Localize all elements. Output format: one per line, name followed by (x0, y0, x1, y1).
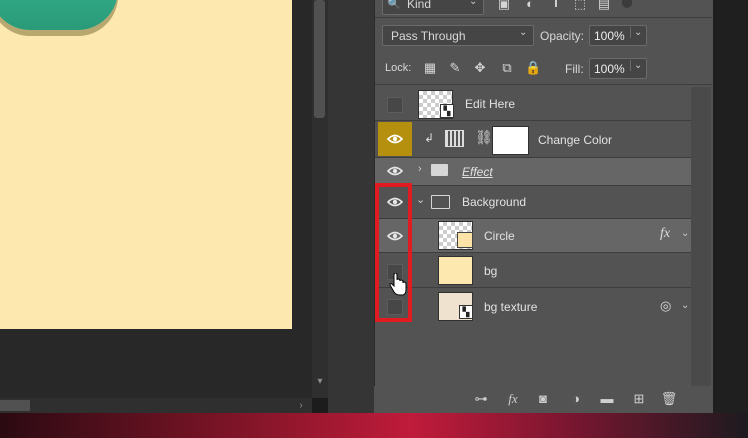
opacity-label: Opacity: (540, 29, 585, 43)
chevron-down-icon[interactable]: ⌄ (630, 27, 642, 38)
vector-shape-badge-icon (457, 232, 473, 248)
layer-row-circle[interactable] (375, 219, 691, 252)
lock-image-pixels-icon[interactable]: ✎ (447, 60, 463, 76)
panel-gutter (328, 0, 374, 413)
fill-field[interactable]: 100% ⌄ (589, 58, 647, 79)
fill-value: 100% (594, 62, 625, 76)
chevron-down-icon[interactable]: ⌄ (416, 193, 425, 206)
layer-thumbnail[interactable]: ▚ (438, 292, 473, 321)
smart-filter-icon[interactable]: ◎ (660, 298, 671, 314)
eye-icon (387, 134, 403, 144)
chevron-down-icon[interactable]: ⌄ (681, 228, 689, 239)
layer-mask-thumbnail[interactable] (492, 126, 529, 155)
hand-cursor-icon (389, 273, 407, 296)
delete-layer-icon[interactable]: 🗑 (660, 390, 678, 408)
lock-transparent-pixels-icon[interactable]: ▦ (422, 60, 438, 76)
chevron-down-icon: ⌄ (519, 27, 528, 38)
clipping-arrow-icon: ↲ (424, 131, 435, 145)
opacity-value: 100% (594, 29, 625, 43)
lock-label: Lock: (385, 62, 412, 74)
visibility-toggle-off[interactable] (387, 97, 403, 113)
folder-icon (431, 164, 448, 176)
new-layer-icon[interactable]: ⊞ (630, 390, 648, 408)
eye-icon (387, 166, 403, 176)
divider (375, 84, 712, 85)
fill-label: Fill: (565, 62, 584, 76)
layer-name[interactable]: bg (484, 264, 497, 278)
visibility-highlight-annotation (375, 183, 412, 322)
add-mask-icon[interactable]: ◙ (534, 390, 552, 408)
lock-artboard-icon[interactable]: ⧉ (499, 60, 515, 76)
horizontal-scrollbar[interactable] (0, 398, 312, 413)
filter-type-icon[interactable]: T (548, 0, 564, 11)
visibility-toggle-on[interactable] (378, 156, 412, 186)
layer-name[interactable]: Change Color (538, 133, 612, 147)
new-adjustment-layer-icon[interactable]: ◑ (567, 390, 585, 408)
lock-all-icon[interactable]: 🔒 (525, 60, 541, 76)
opacity-field[interactable]: 100% ⌄ (589, 25, 647, 46)
lock-position-icon[interactable]: ✥ (472, 60, 488, 76)
layer-row-effect[interactable] (375, 158, 691, 185)
filter-shape-icon[interactable]: ⬚ (572, 0, 588, 12)
blend-mode-select[interactable]: Pass Through ⌄ (382, 25, 534, 46)
layer-row-change-color[interactable] (375, 121, 691, 157)
new-group-icon[interactable]: ▬ (598, 390, 616, 408)
search-icon: 🔍 (387, 0, 401, 10)
add-layer-style-icon[interactable]: fx (504, 390, 522, 408)
link-layers-icon[interactable]: ⊶ (472, 390, 490, 408)
layer-name[interactable]: Background (462, 195, 526, 209)
chevron-down-icon[interactable]: ⌄ (681, 300, 689, 311)
folder-open-icon (431, 195, 450, 209)
layer-thumbnail[interactable] (438, 221, 473, 250)
filter-pixel-icon[interactable]: ▣ (496, 0, 512, 12)
window-edge (712, 0, 748, 413)
link-chain-icon[interactable]: ⛓ (475, 129, 493, 146)
adjustment-layer-icon (445, 130, 464, 147)
visibility-toggle-on[interactable] (378, 122, 412, 156)
layer-name[interactable]: Effect (462, 165, 493, 179)
layers-scrollbar[interactable] (691, 87, 711, 386)
divider (375, 17, 712, 18)
filter-kind-value: Kind (407, 0, 432, 11)
blend-mode-value: Pass Through (391, 29, 466, 43)
layer-thumbnail[interactable]: ▚ (418, 90, 454, 119)
scroll-right-arrow-icon[interactable]: › (293, 398, 309, 413)
layer-name[interactable]: Circle (484, 229, 515, 243)
layer-thumbnail[interactable] (438, 256, 473, 285)
chevron-down-icon: ⌄ (469, 0, 478, 7)
layer-row-bg[interactable] (375, 253, 691, 287)
desktop-background (0, 413, 748, 438)
filter-kind-select[interactable]: 🔍 Kind ⌄ (382, 0, 484, 15)
filter-smart-object-icon[interactable]: ▤ (596, 0, 612, 12)
filter-adjustment-icon[interactable]: ◐ (522, 0, 538, 12)
scroll-down-arrow-icon[interactable]: ▾ (312, 374, 328, 390)
smart-object-badge-icon: ▚ (440, 104, 454, 118)
layer-name[interactable]: bg texture (484, 300, 537, 314)
artboard[interactable] (0, 0, 292, 329)
smart-object-badge-icon: ▚ (459, 305, 473, 319)
layer-effects-fx-icon[interactable]: fx (660, 226, 670, 242)
horizontal-scrollbar-thumb[interactable] (0, 400, 30, 411)
layer-name[interactable]: Edit Here (465, 97, 515, 111)
vertical-scrollbar-thumb[interactable] (314, 0, 325, 118)
chevron-down-icon[interactable]: ⌄ (630, 60, 642, 71)
chevron-right-icon[interactable]: › (418, 163, 422, 175)
